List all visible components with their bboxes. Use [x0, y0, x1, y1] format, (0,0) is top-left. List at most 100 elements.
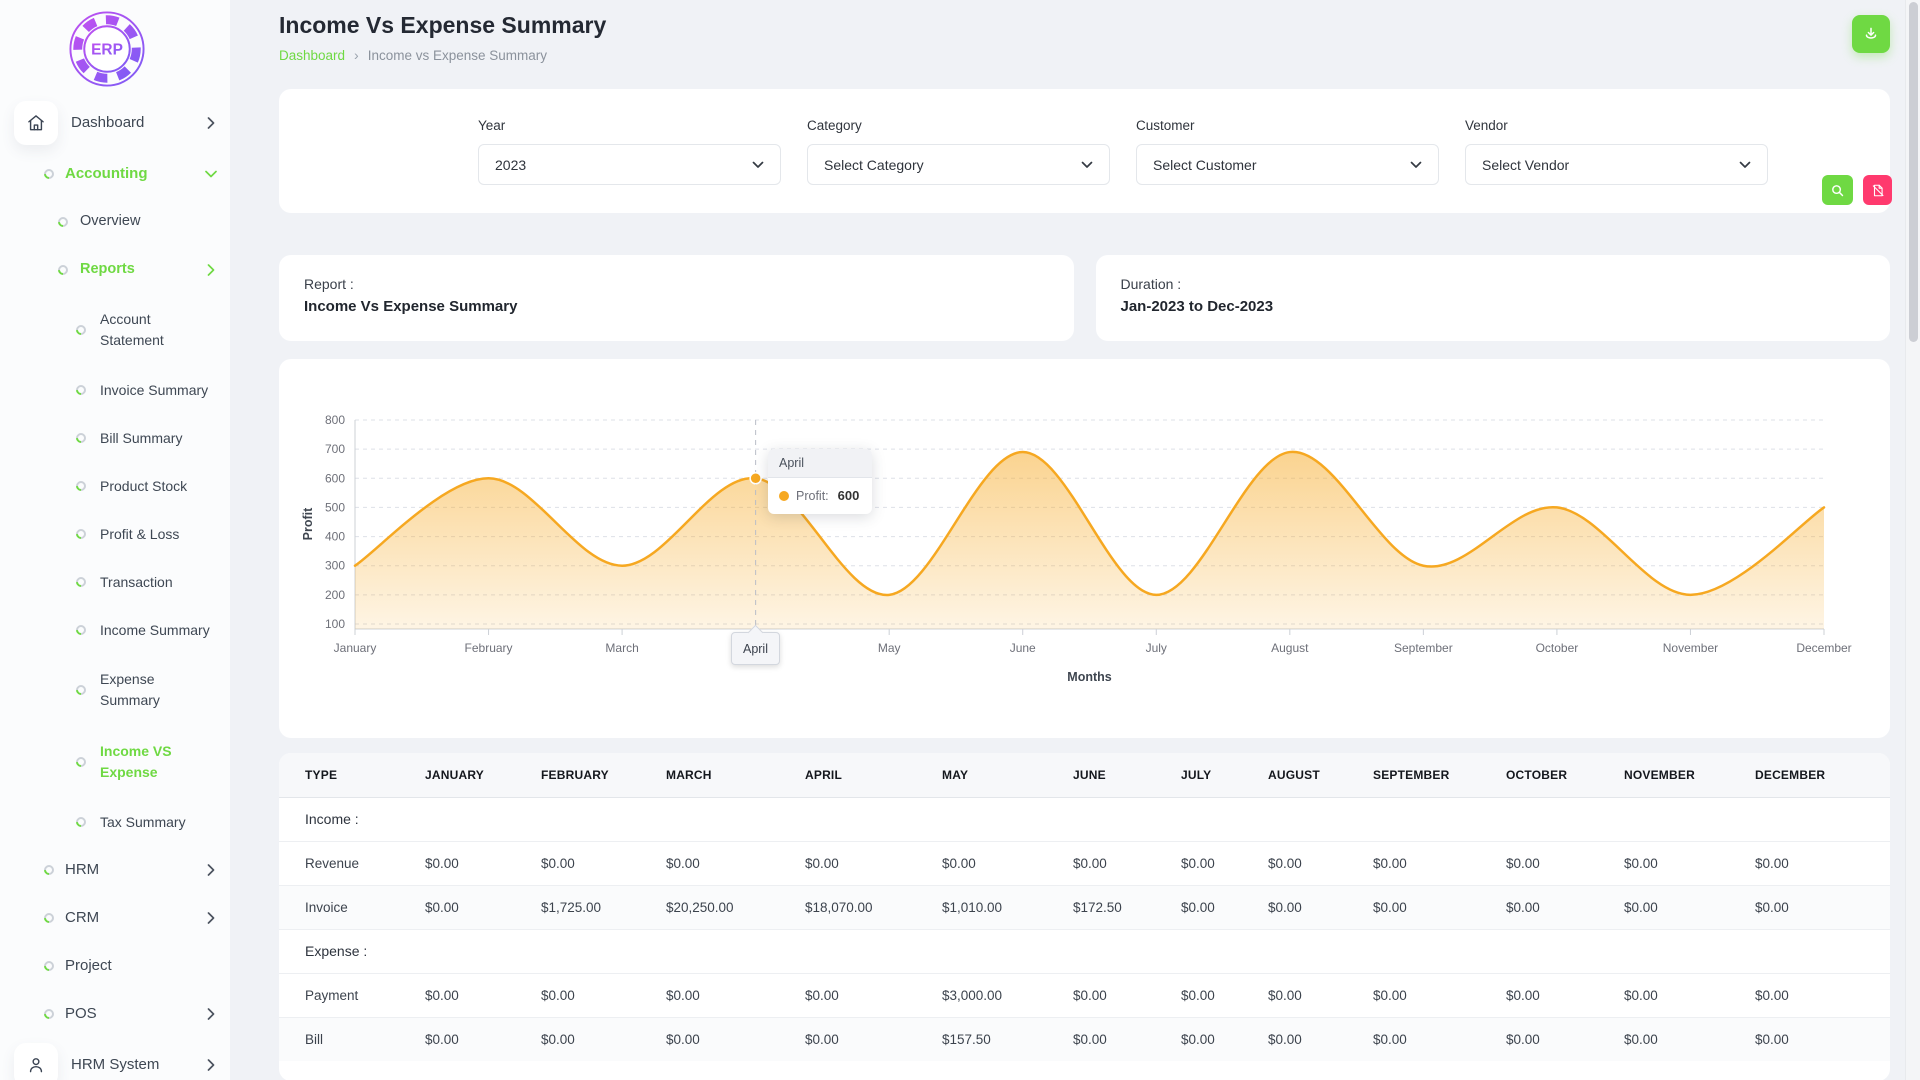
- sidebar-item-product-stock[interactable]: Product Stock: [0, 462, 230, 510]
- customer-filter-group: Customer Select Customer: [1136, 118, 1439, 185]
- sidebar-item-income-summary[interactable]: Income Summary: [0, 606, 230, 654]
- magnifier-icon: [1830, 183, 1845, 198]
- amount-cell: $0.00: [1268, 840, 1373, 885]
- bullet-icon: [73, 574, 89, 590]
- year-select[interactable]: 2023: [478, 144, 781, 185]
- svg-text:200: 200: [325, 588, 345, 602]
- chevron-down-icon: [1081, 161, 1093, 169]
- section-row: Income :: [279, 797, 1890, 841]
- chevron-right-icon: [207, 117, 215, 129]
- amount-cell: $0.00: [1373, 840, 1506, 885]
- svg-text:Profit: Profit: [301, 507, 315, 540]
- chevron-right-icon: [207, 1008, 215, 1020]
- bullet-icon: [73, 430, 89, 446]
- sidebar-item-label: HRM: [65, 860, 100, 878]
- bullet-icon: [73, 526, 89, 542]
- breadcrumb-dashboard-link[interactable]: Dashboard: [279, 48, 345, 63]
- amount-cell: $157.50: [942, 1016, 1073, 1061]
- customer-select[interactable]: Select Customer: [1136, 144, 1439, 185]
- app-logo[interactable]: ERP: [0, 0, 230, 96]
- sidebar-item-hrm-system[interactable]: HRM System: [0, 1038, 230, 1080]
- scrollbar-thumb[interactable]: [1909, 2, 1918, 342]
- chevron-right-icon: [207, 912, 215, 924]
- amount-cell: $0.00: [1373, 1016, 1506, 1061]
- bullet-icon: [41, 862, 57, 878]
- svg-text:Months: Months: [1067, 670, 1111, 684]
- amount-cell: $0.00: [1624, 840, 1755, 885]
- profit-chart-card: 100 200 300 400 500 600 700 800 January February M…: [279, 359, 1890, 738]
- sidebar-menu: Dashboard Accounting Overview Reports Accoun…: [0, 96, 230, 1080]
- sidebar-item-account-statement[interactable]: Account Statement: [0, 294, 230, 366]
- sidebar-item-project[interactable]: Project: [0, 942, 230, 990]
- sidebar-item-reports[interactable]: Reports: [0, 246, 230, 294]
- amount-cell: $0.00: [1373, 972, 1506, 1017]
- column-header-november: NOVEMBER: [1624, 753, 1755, 798]
- amount-cell: $0.00: [1624, 972, 1755, 1017]
- column-header-february: FEBRUARY: [541, 753, 666, 798]
- amount-cell: $0.00: [1268, 972, 1373, 1017]
- svg-text:September: September: [1394, 641, 1453, 655]
- sidebar-item-profit-loss[interactable]: Profit & Loss: [0, 510, 230, 558]
- table-row-payment: Payment $0.00 $0.00 $0.00 $0.00 $3,000.00 $0.0…: [279, 972, 1890, 1017]
- sidebar-item-dashboard[interactable]: Dashboard: [0, 96, 230, 150]
- category-filter-label: Category: [807, 118, 862, 133]
- amount-cell: $1,010.00: [942, 884, 1073, 929]
- sidebar-item-label: Expense Summary: [100, 671, 160, 708]
- profit-area-chart[interactable]: 100 200 300 400 500 600 700 800 January February M…: [279, 359, 1890, 738]
- filter-groups: Year 2023 Category Select Category Customer S…: [478, 118, 1768, 185]
- column-header-october: OCTOBER: [1506, 753, 1624, 798]
- svg-text:July: July: [1146, 641, 1167, 655]
- amount-cell: $0.00: [666, 1016, 805, 1061]
- chevron-down-icon: [752, 161, 764, 169]
- table-header-row: TYPE JANUARY FEBRUARY MARCH APRIL MAY JUNE JULY…: [279, 753, 1890, 798]
- sidebar-item-income-vs-expense[interactable]: Income VS Expense: [0, 726, 230, 798]
- sidebar-item-tax-summary[interactable]: Tax Summary: [0, 798, 230, 846]
- chevron-right-icon: [207, 264, 215, 276]
- sidebar-item-bill-summary[interactable]: Bill Summary: [0, 414, 230, 462]
- svg-text:500: 500: [325, 500, 345, 514]
- chart-tooltip: April Profit: 600: [768, 449, 872, 514]
- filter-panel: Year 2023 Category Select Category Customer S…: [279, 89, 1892, 213]
- sidebar-item-label: Account Statement: [100, 311, 164, 348]
- row-type: Revenue: [279, 840, 425, 885]
- reset-filter-button[interactable]: [1863, 175, 1892, 205]
- download-button[interactable]: [1852, 15, 1890, 53]
- bullet-icon: [73, 622, 89, 638]
- tooltip-series-label: Profit:: [796, 488, 829, 503]
- bullet-icon: [41, 910, 57, 926]
- amount-cell: $0.00: [1181, 972, 1268, 1017]
- svg-text:March: March: [605, 641, 638, 655]
- bullet-icon: [41, 166, 57, 182]
- user-icon: [14, 1043, 58, 1080]
- sidebar-item-transaction[interactable]: Transaction: [0, 558, 230, 606]
- column-header-type: TYPE: [279, 753, 425, 798]
- amount-cell: $0.00: [1755, 884, 1890, 929]
- sidebar-item-crm[interactable]: CRM: [0, 894, 230, 942]
- sidebar-item-accounting[interactable]: Accounting: [0, 150, 230, 198]
- sidebar-item-label: Overview: [80, 213, 141, 230]
- sidebar-item-invoice-summary[interactable]: Invoice Summary: [0, 366, 230, 414]
- amount-cell: $1,725.00: [541, 884, 666, 929]
- search-button[interactable]: [1822, 175, 1853, 205]
- svg-text:January: January: [334, 641, 377, 655]
- amount-cell: $0.00: [1073, 1016, 1181, 1061]
- sidebar-item-pos[interactable]: POS: [0, 990, 230, 1038]
- column-header-august: AUGUST: [1268, 753, 1373, 798]
- bullet-icon: [41, 958, 57, 974]
- svg-text:100: 100: [325, 617, 345, 631]
- sidebar-item-label: Bill Summary: [100, 429, 183, 446]
- sidebar-item-label: Invoice Summary: [100, 381, 209, 398]
- page-scrollbar[interactable]: [1905, 0, 1920, 1080]
- duration-label: Duration :: [1120, 276, 1182, 292]
- amount-cell: $0.00: [942, 840, 1073, 885]
- sidebar-item-hrm[interactable]: HRM: [0, 846, 230, 894]
- sidebar-item-expense-summary[interactable]: Expense Summary: [0, 654, 230, 726]
- sidebar-item-label: HRM System: [71, 1055, 160, 1073]
- vendor-select[interactable]: Select Vendor: [1465, 144, 1768, 185]
- row-type: Bill: [279, 1016, 425, 1061]
- category-select[interactable]: Select Category: [807, 144, 1110, 185]
- table-row-revenue: Revenue $0.00 $0.00 $0.00 $0.00 $0.00 $0.00 $0.…: [279, 840, 1890, 885]
- year-select-value: 2023: [495, 156, 527, 173]
- sidebar-item-overview[interactable]: Overview: [0, 198, 230, 246]
- bullet-icon: [55, 214, 71, 230]
